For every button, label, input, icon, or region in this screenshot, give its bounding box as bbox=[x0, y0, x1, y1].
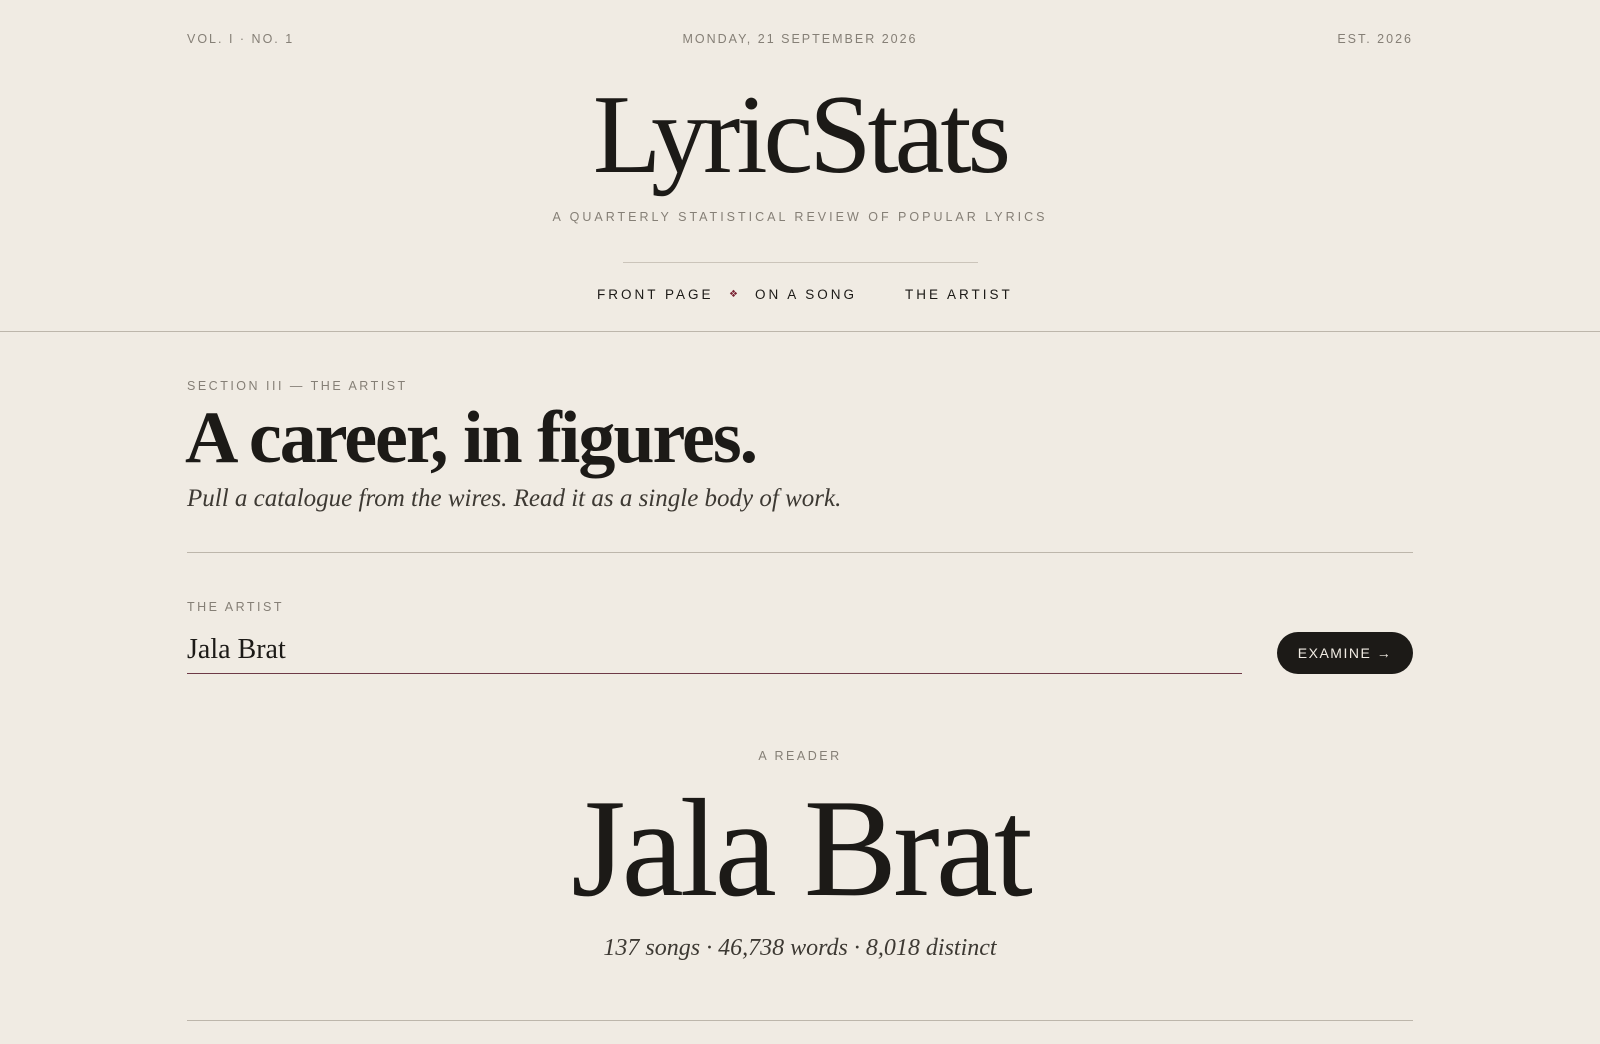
nav-item-the-artist[interactable]: THE ARTIST bbox=[905, 287, 1013, 302]
artist-stats-summary: 137 songs · 46,738 words · 8,018 distinc… bbox=[603, 935, 997, 961]
artist-field-label: THE ARTIST bbox=[187, 600, 285, 614]
established-label: EST. 2026 bbox=[1337, 32, 1413, 46]
nav-item-on-a-song[interactable]: ON A SONG bbox=[755, 287, 857, 302]
masthead-rule bbox=[0, 331, 1600, 332]
examine-button[interactable]: EXAMINE → bbox=[1277, 632, 1413, 674]
issue-date: MONDAY, 21 SEPTEMBER 2026 bbox=[682, 32, 918, 46]
section-deck: Pull a catalogue from the wires. Read it… bbox=[187, 485, 842, 512]
nav-separator-icon: ❖ bbox=[729, 289, 738, 300]
result-rule bbox=[187, 1020, 1413, 1021]
nav-divider bbox=[623, 262, 978, 263]
main-nav: FRONT PAGE ❖ ON A SONG THE ARTIST bbox=[0, 287, 1600, 307]
page-title: A career, in figures. bbox=[185, 397, 758, 479]
artist-name-heading: Jala Brat bbox=[571, 771, 1033, 926]
reader-kicker: A READER bbox=[758, 749, 842, 763]
masthead-topline: VOL. I · NO. 1 MONDAY, 21 SEPTEMBER 2026… bbox=[187, 32, 1413, 50]
section-rule bbox=[187, 552, 1413, 553]
section-kicker: SECTION III — THE ARTIST bbox=[187, 379, 408, 393]
site-logo[interactable]: LyricStats bbox=[0, 73, 1600, 197]
nav-item-front-page[interactable]: FRONT PAGE bbox=[597, 287, 714, 302]
artist-search-input[interactable] bbox=[187, 626, 1242, 674]
site-tagline: A QUARTERLY STATISTICAL REVIEW OF POPULA… bbox=[552, 210, 1048, 224]
